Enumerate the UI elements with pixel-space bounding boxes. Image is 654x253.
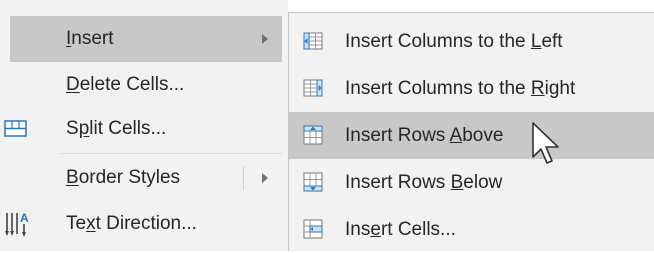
menu-item-insert-label: Insert — [66, 28, 114, 49]
menu-item-text-direction-label: Text Direction... — [66, 213, 197, 234]
mouse-pointer-icon — [532, 122, 559, 164]
menu-item-border-styles-label: Border Styles — [66, 167, 181, 188]
menu-item-border-styles[interactable]: Border Styles — [0, 155, 288, 201]
menu-item-delete-cells[interactable]: Delete Cells... — [0, 62, 288, 108]
submenu-item-insert-columns-right-label: Insert Columns to the Right — [345, 78, 576, 99]
menu-item-split-cells[interactable]: Split Cells... — [0, 106, 288, 152]
menu-separator — [60, 153, 282, 154]
submenu-item-insert-rows-below-label: Insert Rows Below — [345, 172, 503, 193]
text-direction-icon: A — [5, 211, 29, 237]
submenu-item-insert-rows-below[interactable]: Insert Rows Below — [289, 159, 654, 206]
menu-item-insert[interactable]: Insert — [10, 16, 282, 62]
submenu-arrow-icon[interactable] — [262, 173, 268, 183]
insert-columns-right-icon — [303, 79, 323, 97]
submenu-item-insert-rows-above-label: Insert Rows Above — [345, 125, 504, 146]
submenu-item-insert-cells-label: Insert Cells... — [345, 219, 456, 240]
submenu-arrow-icon — [262, 34, 268, 44]
menu-item-delete-cells-label: Delete Cells... — [66, 74, 185, 95]
menu-item-text-direction[interactable]: A Text Direction... — [0, 201, 288, 247]
insert-columns-left-icon — [303, 32, 323, 50]
submenu-item-insert-columns-left[interactable]: Insert Columns to the Left — [289, 18, 654, 65]
submenu-item-insert-cells[interactable]: Insert Cells... — [289, 206, 654, 253]
menu-item-split-cells-label: Split Cells... — [66, 118, 167, 139]
context-menu: Insert Delete Cells... Split Cells... Bo… — [0, 0, 288, 251]
insert-cells-icon — [303, 219, 323, 239]
submenu-item-insert-rows-above[interactable]: Insert Rows Above — [289, 112, 654, 159]
svg-text:A: A — [20, 211, 29, 225]
split-button-divider — [243, 166, 244, 190]
submenu-item-insert-columns-right[interactable]: Insert Columns to the Right — [289, 65, 654, 112]
insert-submenu: Insert Columns to the Left Insert Column… — [288, 12, 654, 251]
split-cells-icon — [4, 120, 27, 137]
insert-rows-below-icon — [303, 172, 323, 192]
insert-rows-above-icon — [303, 125, 323, 145]
submenu-item-insert-columns-left-label: Insert Columns to the Left — [345, 31, 563, 52]
